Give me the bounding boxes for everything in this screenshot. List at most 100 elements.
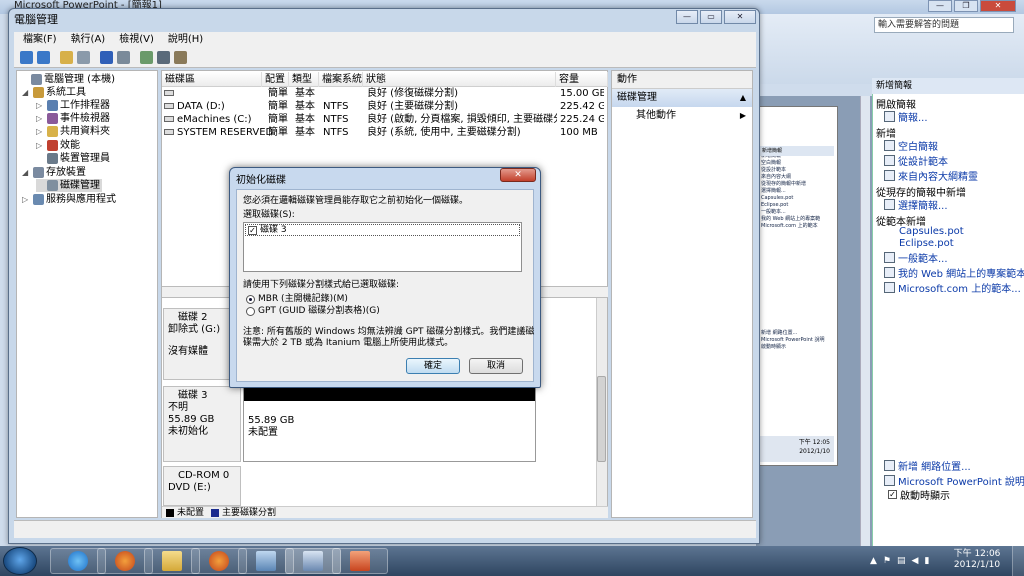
powerpoint-help-link[interactable]: Microsoft PowerPoint 說明 (884, 473, 1024, 488)
volume-name: SYSTEM RESERVED (177, 127, 274, 138)
legend-primary: 主要磁碟分割 (222, 507, 277, 518)
volume-type: 基本 (295, 114, 315, 125)
blank-presentation-link[interactable]: 空白簡報 (884, 138, 938, 153)
show-desktop-button[interactable] (1012, 546, 1024, 576)
tree-expander[interactable]: ◢ (22, 86, 31, 99)
tree-item-performance[interactable]: ▷ 效能 (36, 139, 80, 152)
menu-view[interactable]: 檢視(V) (119, 32, 154, 48)
toolbar (14, 48, 756, 68)
tree-item-storage[interactable]: ◢ 存放裝置 (22, 166, 86, 179)
disk-3-partition[interactable]: 55.89 GB 未配置 (243, 386, 536, 462)
volume-icon[interactable]: ◀ (912, 556, 919, 566)
actions-section-disk-management[interactable]: 磁碟管理 ▲ (612, 89, 752, 107)
web-site-templates-link[interactable]: 我的 Web 網站上的專案範本... (884, 265, 1024, 280)
help-icon (884, 475, 895, 486)
back-icon[interactable] (20, 51, 33, 64)
slide-clock: 下午 12:05 2012/1/10 (760, 436, 834, 462)
tree-item-computer-management[interactable]: 電腦管理 (本機) (20, 73, 115, 86)
table-row[interactable]: DATA (D:) 簡單 基本 NTFS 良好 (主要磁碟分割) 225.42 … (164, 100, 604, 113)
folder-icon (884, 111, 895, 122)
column-layout[interactable]: 配置 (262, 72, 289, 87)
restore-icon[interactable]: ❐ (954, 0, 978, 12)
volume-capacity: 15.00 GB (560, 88, 604, 99)
tree-item-disk-management[interactable]: 磁碟管理 (36, 179, 102, 192)
table-row[interactable]: 簡單 基本 良好 (修復磁碟分割) 15.00 GB (164, 87, 604, 100)
minimize-icon[interactable]: — (676, 10, 698, 24)
tree-expander[interactable]: ▷ (36, 112, 45, 125)
choose-presentation-link[interactable]: 選擇簡報... (884, 197, 948, 212)
more-actions[interactable]: 其他動作 ▶ (612, 108, 752, 124)
add-network-place-link[interactable]: 新增 網路位置... (884, 458, 971, 473)
properties-icon[interactable] (117, 51, 130, 64)
clock-icon (47, 100, 58, 111)
show-hide-tree-icon[interactable] (77, 51, 90, 64)
microsoft-templates-link[interactable]: Microsoft.com 上的範本... (884, 280, 1021, 295)
column-type[interactable]: 類型 (289, 72, 319, 87)
menu-action[interactable]: 執行(A) (71, 32, 106, 48)
tree-item-system-tools[interactable]: ◢ 系統工具 (22, 86, 86, 99)
network-tray-icon[interactable]: ▤ (897, 556, 906, 566)
tree-expander[interactable]: ◢ (22, 166, 31, 179)
menu-file[interactable]: 檔案(F) (23, 32, 57, 48)
tree-expander[interactable]: ▷ (36, 125, 45, 138)
gpt-radio[interactable]: GPT (GUID 磁碟分割表格)(G) (246, 306, 380, 317)
tree-item-services-applications[interactable]: ▷ 服務與應用程式 (22, 193, 116, 206)
cdrom-label[interactable]: CD-ROM 0 DVD (E:) (163, 466, 241, 506)
clock-date: 2012/1/10 (953, 560, 1001, 570)
template-eclipse-link[interactable]: Eclipse.pot (899, 238, 954, 249)
forward-icon[interactable] (37, 51, 50, 64)
system-clock[interactable]: 下午 12:06 2012/1/10 (948, 549, 1006, 571)
checkbox-checked-icon: ✓ (248, 225, 257, 235)
storage-icon (33, 167, 44, 178)
ok-button[interactable]: 確定 (406, 358, 460, 374)
tree-item-event-viewer[interactable]: ▷ 事件檢視器 (36, 112, 110, 125)
disk-3-checkbox[interactable]: ✓ 磁碟 3 (245, 224, 520, 236)
volume-layout: 簡單 (268, 127, 288, 138)
open-presentation-link[interactable]: 簡報... (884, 109, 928, 124)
window-controls: — ▭ ✕ (676, 10, 756, 24)
dialog-close-button[interactable]: ✕ (500, 168, 536, 182)
tree-item-device-manager[interactable]: 裝置管理員 (36, 152, 110, 165)
show-hidden-icons[interactable]: ▲ (870, 556, 877, 566)
export-icon[interactable] (157, 51, 170, 64)
firefox-icon (115, 551, 135, 571)
mbr-radio[interactable]: MBR (主開機記錄)(M) (246, 294, 348, 305)
autocontent-wizard-link[interactable]: 來自內容大綱精靈 (884, 168, 978, 183)
help-icon[interactable] (100, 51, 113, 64)
close-icon[interactable]: ✕ (724, 10, 756, 24)
table-row[interactable]: SYSTEM RESERVED 簡單 基本 NTFS 良好 (系統, 使用中, … (164, 126, 604, 139)
help-question-input[interactable]: 輸入需要解答的問題 (874, 17, 1014, 33)
up-folder-icon[interactable] (60, 51, 73, 64)
tree-expander[interactable]: ▷ (22, 193, 31, 206)
tree-expander[interactable]: ▷ (36, 99, 45, 112)
start-button[interactable] (3, 547, 37, 575)
template-capsules-link[interactable]: Capsules.pot (899, 226, 964, 237)
cancel-button[interactable]: 取消 (469, 358, 523, 374)
from-design-template-link[interactable]: 從設計範本 (884, 153, 948, 168)
settings-icon[interactable] (174, 51, 187, 64)
refresh-icon[interactable] (140, 51, 153, 64)
maximize-icon[interactable]: ▭ (700, 10, 722, 24)
tree-item-shared-folders[interactable]: ▷ 共用資料夾 (36, 125, 110, 138)
column-filesystem[interactable]: 檔案系統 (319, 72, 363, 87)
column-capacity[interactable]: 容量 (556, 72, 608, 87)
collapse-icon[interactable]: ▲ (740, 89, 746, 107)
close-icon[interactable]: ✕ (980, 0, 1016, 12)
taskbar-powerpoint[interactable] (332, 548, 388, 574)
slide-text: Microsoft PowerPoint 說明 (761, 337, 825, 343)
slide-scrollbar[interactable] (860, 96, 870, 546)
dialog-note-line2: 碟需大於 2 TB 或為 Itanium 電腦上所使用此樣式。 (243, 338, 454, 348)
column-status[interactable]: 狀態 (363, 72, 556, 87)
general-templates-link[interactable]: 一般範本... (884, 250, 948, 265)
table-row[interactable]: eMachines (C:) 簡單 基本 NTFS 良好 (啟動, 分頁檔案, … (164, 113, 604, 126)
minimize-icon[interactable]: — (928, 0, 952, 12)
tree-expander[interactable]: ▷ (36, 139, 45, 152)
disk-3-label[interactable]: 磁碟 3 不明 55.89 GB 未初始化 (163, 386, 241, 462)
tree-item-task-scheduler[interactable]: ▷ 工作排程器 (36, 99, 110, 112)
menu-help[interactable]: 說明(H) (168, 32, 203, 48)
flag-icon[interactable]: ⚑ (883, 556, 891, 566)
scroll-thumb[interactable] (597, 376, 606, 462)
power-icon[interactable]: ▮ (924, 556, 929, 566)
column-volume[interactable]: 磁碟區 (162, 72, 262, 87)
show-at-startup-checkbox[interactable]: ✓ 啟動時顯示 (888, 487, 950, 502)
